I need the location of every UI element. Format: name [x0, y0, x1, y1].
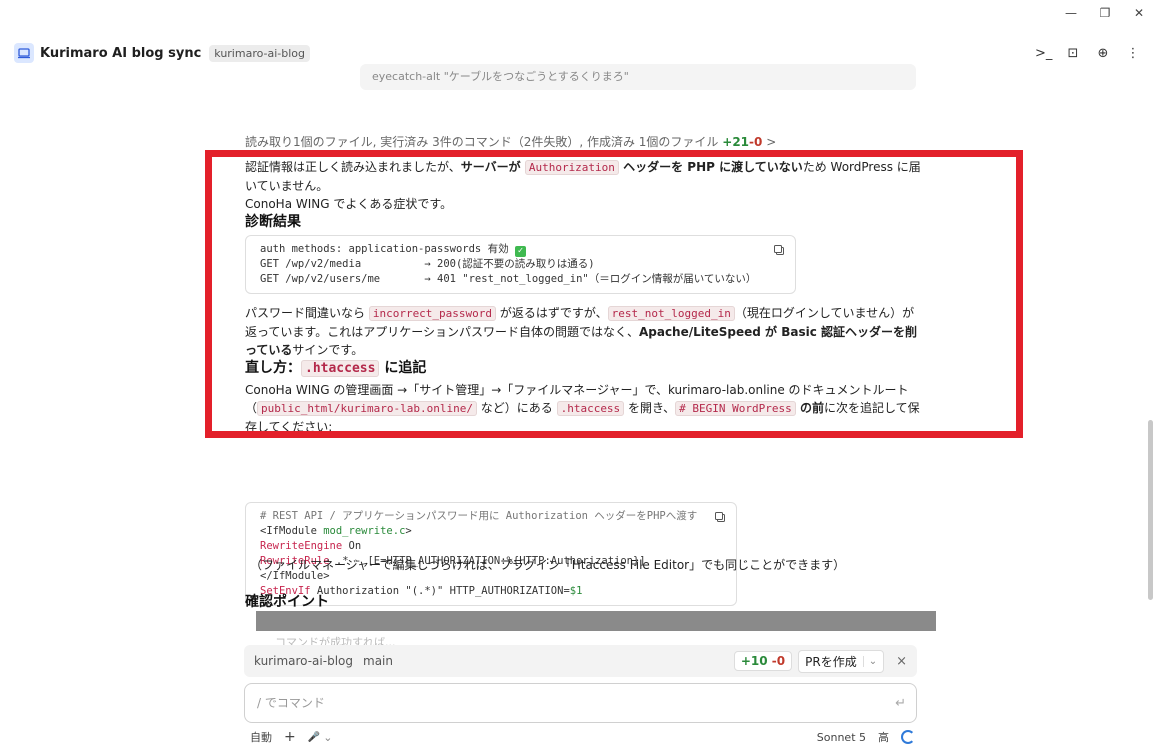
explain-paragraph: パスワード間違いなら incorrect_password が返るはずですが、 r… — [245, 306, 918, 357]
summary-text: 読み取り1個のファイル, 実行済み 3件のコマンド（2件失敗）, 作成済み 1個… — [245, 135, 719, 149]
user-message-bubble: eyecatch-alt "ケーブルをつなごうとするくりまろ" — [360, 64, 916, 90]
inline-code: .htaccess — [556, 401, 625, 416]
restore-icon[interactable]: ❐ — [1095, 4, 1115, 22]
chevron-down-icon[interactable]: ⌄ — [862, 655, 877, 667]
tool-summary[interactable]: 読み取り1個のファイル, 実行済み 3件のコマンド（2件失敗）, 作成済み 1個… — [245, 133, 776, 150]
inline-code: incorrect_password — [368, 306, 497, 321]
mode-selector[interactable]: 自動 — [250, 729, 272, 745]
intro-paragraph: 認証情報は正しく読み込まれましたが、サーバーが Authorization ヘッ… — [245, 160, 921, 211]
enter-icon[interactable]: ↵ — [895, 696, 906, 711]
plus-icon[interactable]: + — [284, 729, 296, 745]
inline-code: Authorization — [524, 160, 619, 175]
summary-minus: -0 — [749, 135, 763, 149]
redaction-block — [256, 611, 936, 631]
branch-bar: kurimaro-ai-blog main +10 -0 PRを作成 ⌄ × — [244, 645, 917, 677]
inline-code: rest_not_logged_in — [607, 306, 735, 321]
diff-badge[interactable]: +10 -0 — [733, 651, 793, 671]
command-input[interactable] — [255, 695, 896, 711]
app-header: Kurimaro AI blog sync kurimaro-ai-blog >… — [14, 40, 1141, 66]
progress-spinner-icon — [901, 730, 915, 744]
chevron-right-icon: > — [766, 135, 777, 149]
command-input-box[interactable]: ↵ — [244, 683, 917, 723]
effort-selector[interactable]: 高 — [878, 729, 889, 745]
copy-icon[interactable] — [773, 244, 785, 256]
app-title: Kurimaro AI blog sync — [40, 45, 202, 61]
branch-name[interactable]: main — [363, 654, 393, 668]
fix-heading: 直し方： .htaccess に追記 — [245, 360, 427, 377]
mic-icon[interactable]: 🎤 — [308, 732, 320, 743]
inline-code: public_html/kurimaro-lab.online/ — [257, 401, 477, 416]
globe-icon[interactable]: ⊕ — [1095, 46, 1111, 61]
laptop-icon — [14, 43, 34, 63]
inline-code: # BEGIN WordPress — [675, 401, 796, 416]
window-controls: — ❐ ✕ — [1061, 4, 1149, 22]
more-icon[interactable]: ⋮ — [1125, 46, 1141, 61]
copy-icon[interactable] — [714, 511, 726, 523]
bubble-text: eyecatch-alt "ケーブルをつなごうとするくりまろ" — [372, 70, 629, 83]
check-icon: ✓ — [514, 246, 526, 257]
check-heading: 確認ポイント — [245, 594, 329, 610]
repo-badge[interactable]: kurimaro-ai-blog — [209, 44, 311, 62]
scrollbar-thumb[interactable] — [1148, 420, 1153, 600]
create-pr-button[interactable]: PRを作成 ⌄ — [798, 649, 885, 673]
scrollbar[interactable] — [1145, 80, 1155, 650]
panel-icon[interactable]: ⊡ — [1065, 46, 1081, 61]
minimize-icon[interactable]: — — [1061, 4, 1081, 22]
diagnosis-code-block: auth methods: application-passwords 有効 ✓… — [245, 235, 796, 294]
terminal-icon[interactable]: >_ — [1035, 46, 1052, 61]
fix-paragraph: ConoHa WING の管理画面 →「サイト管理」→「ファイルマネージャー」で… — [245, 383, 920, 434]
close-icon[interactable]: × — [896, 654, 907, 669]
composer-footer: 自動 + 🎤 ⌄ Sonnet 5 高 — [250, 728, 915, 746]
diagnosis-heading: 診断結果 — [245, 214, 301, 230]
mic-chevron-icon[interactable]: ⌄ — [323, 731, 332, 744]
branch-repo[interactable]: kurimaro-ai-blog — [254, 654, 353, 668]
model-selector[interactable]: Sonnet 5 — [817, 731, 866, 744]
note-paragraph: （ファイルマネージャーで編集しづらければ、プラグイン「Htaccess File… — [250, 558, 846, 572]
close-window-icon[interactable]: ✕ — [1129, 4, 1149, 22]
summary-plus: +21 — [722, 135, 750, 149]
